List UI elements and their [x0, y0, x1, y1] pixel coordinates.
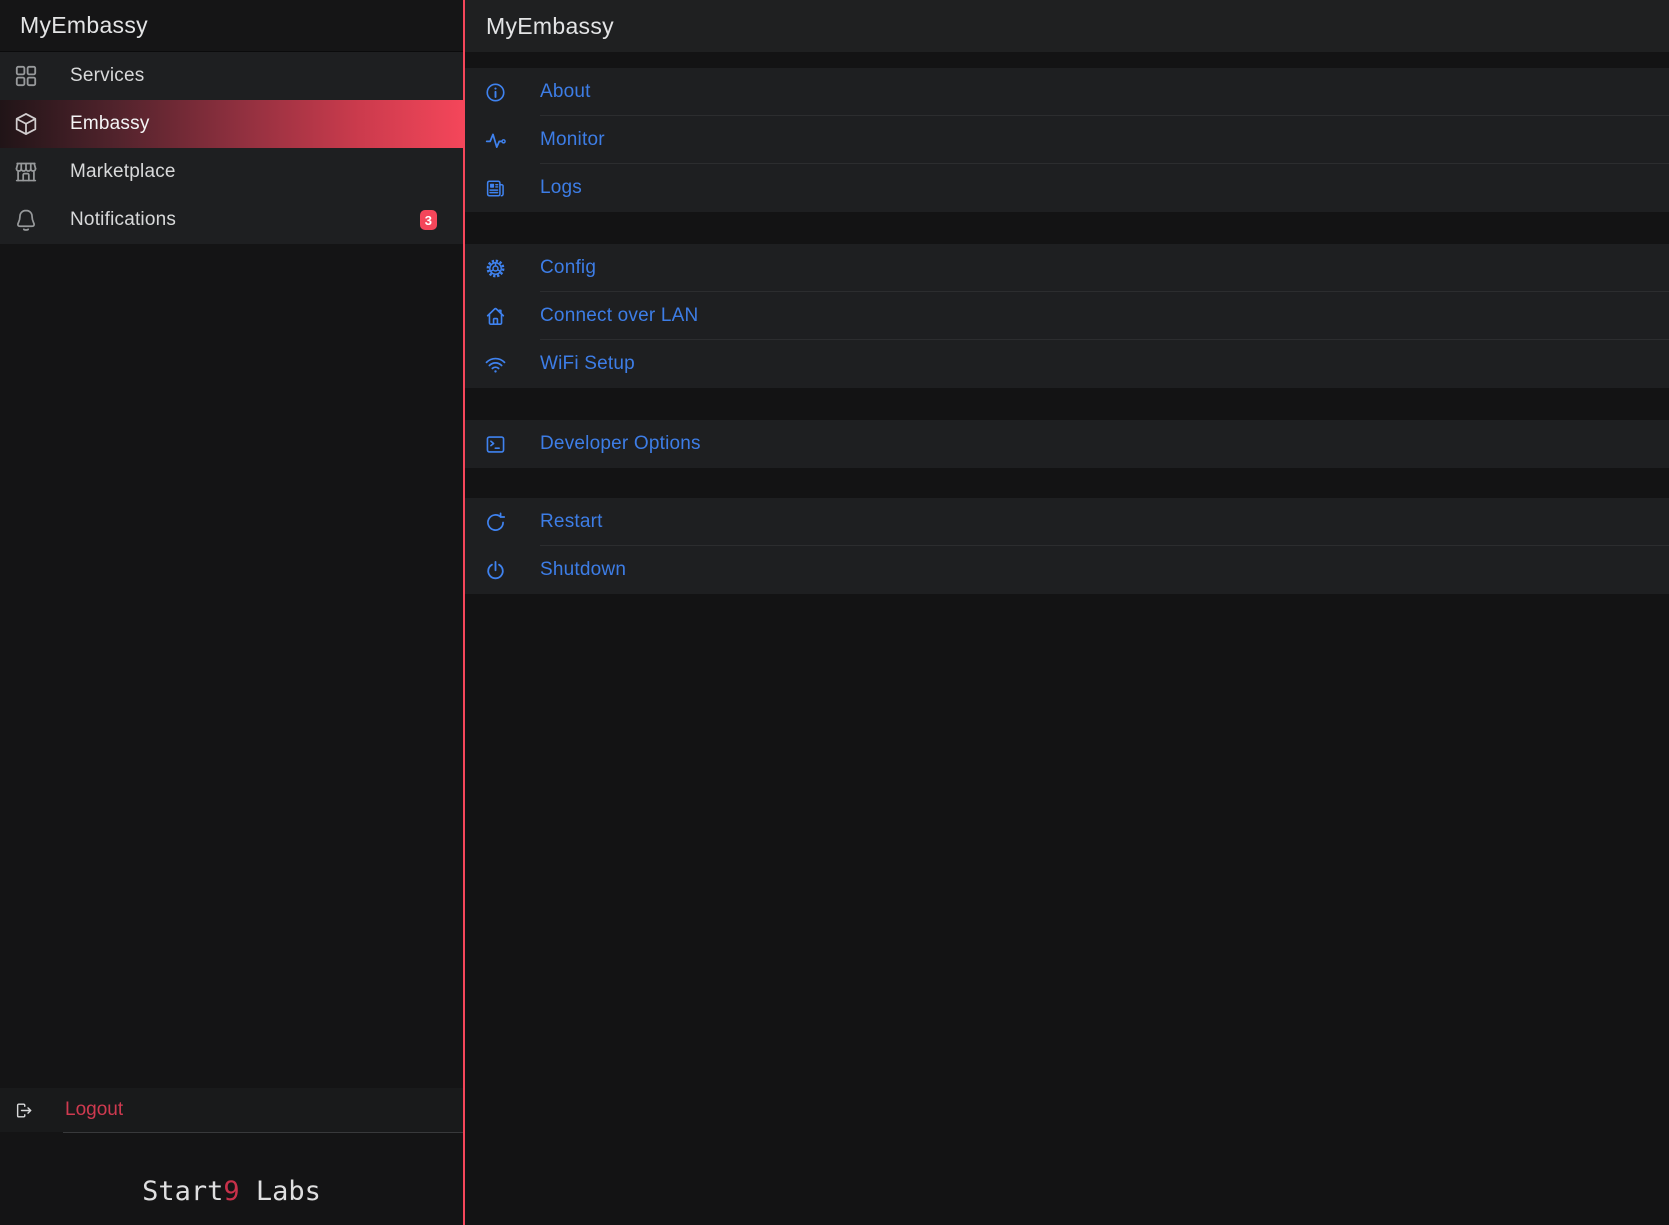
menu-item-config[interactable]: Config [465, 244, 1669, 292]
sidebar-item-label: Marketplace [70, 161, 176, 183]
storefront-icon [13, 159, 39, 185]
brand-suffix: Labs [240, 1176, 321, 1207]
bell-icon [13, 207, 39, 233]
logout-divider [63, 1132, 463, 1133]
sidebar-menu: Services Embassy [0, 52, 463, 244]
sidebar-item-embassy[interactable]: Embassy [0, 100, 463, 148]
newspaper-icon [484, 177, 507, 200]
server-info-group: About Monitor Logs [465, 68, 1669, 212]
brand-prefix: Start [142, 1176, 223, 1207]
logout-button[interactable]: Logout [0, 1088, 463, 1132]
menu-item-label: WiFi Setup [540, 353, 635, 375]
sidebar-item-notifications[interactable]: Notifications 3 [0, 196, 463, 244]
sidebar-item-label: Notifications [70, 209, 176, 231]
menu-item-connect-lan[interactable]: Connect over LAN [465, 292, 1669, 340]
server-config-group: Config Connect over LAN [465, 244, 1669, 388]
wifi-icon [484, 353, 507, 376]
refresh-icon [484, 511, 507, 534]
developer-group: Developer Options [465, 420, 1669, 468]
log-out-icon [14, 1101, 33, 1120]
page-title: MyEmbassy [465, 0, 1669, 52]
brand-digit: 9 [223, 1176, 239, 1207]
sidebar-item-label: Embassy [70, 113, 150, 135]
menu-item-logs[interactable]: Logs [465, 164, 1669, 212]
main-content: MyEmbassy About Monitor [465, 0, 1669, 1225]
menu-item-label: Config [540, 257, 596, 279]
menu-item-label: Connect over LAN [540, 305, 698, 327]
menu-item-label: Monitor [540, 129, 605, 151]
notification-count-badge: 3 [420, 210, 437, 230]
menu-item-restart[interactable]: Restart [465, 498, 1669, 546]
logout-label: Logout [65, 1099, 123, 1121]
menu-item-label: Shutdown [540, 559, 626, 581]
start9-labs-logo: Start9 Labs [0, 1176, 463, 1207]
menu-item-label: Developer Options [540, 433, 701, 455]
power-group: Restart Shutdown [465, 498, 1669, 594]
menu-item-monitor[interactable]: Monitor [465, 116, 1669, 164]
pulse-icon [484, 129, 507, 152]
power-icon [484, 559, 507, 582]
sidebar-item-marketplace[interactable]: Marketplace [0, 148, 463, 196]
menu-item-label: Logs [540, 177, 582, 199]
home-icon [484, 305, 507, 328]
sidebar-item-services[interactable]: Services [0, 52, 463, 100]
menu-item-wifi-setup[interactable]: WiFi Setup [465, 340, 1669, 388]
menu-item-developer-options[interactable]: Developer Options [465, 420, 1669, 468]
gear-icon [484, 257, 507, 280]
terminal-icon [484, 433, 507, 456]
menu-item-label: Restart [540, 511, 603, 533]
sidebar: MyEmbassy Services Embassy [0, 0, 463, 1225]
sidebar-title: MyEmbassy [0, 0, 463, 52]
cube-icon [13, 111, 39, 137]
menu-item-shutdown[interactable]: Shutdown [465, 546, 1669, 594]
grid-icon [13, 63, 39, 89]
info-icon [484, 81, 507, 104]
menu-item-label: About [540, 81, 591, 103]
sidebar-item-label: Services [70, 65, 144, 87]
menu-item-about[interactable]: About [465, 68, 1669, 116]
